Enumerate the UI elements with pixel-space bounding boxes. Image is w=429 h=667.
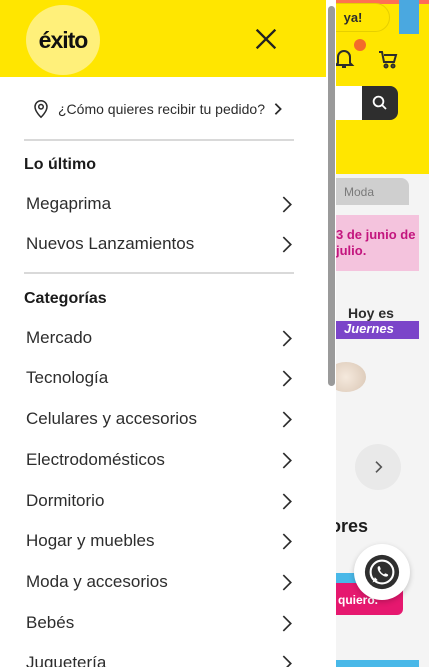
chevron-right-icon bbox=[274, 103, 282, 115]
menu-item-hogar-muebles[interactable]: Hogar y muebles bbox=[24, 527, 296, 555]
background-search-button[interactable] bbox=[362, 86, 398, 120]
delivery-selector[interactable]: ¿Cómo quieres recibir tu pedido? bbox=[32, 96, 312, 122]
carousel-next-button[interactable] bbox=[355, 444, 401, 490]
section-title-categorias: Categorías bbox=[24, 290, 107, 307]
search-icon bbox=[372, 95, 387, 110]
divider bbox=[24, 272, 294, 274]
chevron-right-icon bbox=[276, 234, 296, 254]
chevron-right-icon bbox=[276, 328, 296, 348]
background-tab-label: Moda bbox=[344, 184, 375, 199]
menu-item-mercado[interactable]: Mercado bbox=[24, 324, 296, 352]
menu-item-electrodomesticos[interactable]: Electrodomésticos bbox=[24, 446, 296, 474]
menu-item-label: Nuevos Lanzamientos bbox=[26, 234, 195, 253]
chevron-right-icon bbox=[276, 653, 296, 667]
menu-item-tecnologia[interactable]: Tecnología bbox=[24, 364, 296, 392]
whatsapp-icon bbox=[364, 554, 400, 590]
menu-item-label: Bebés bbox=[26, 613, 75, 632]
menu-item-megaprima[interactable]: Megaprima bbox=[24, 190, 296, 218]
chevron-right-icon bbox=[276, 613, 296, 633]
menu-item-label: Juguetería bbox=[26, 653, 107, 667]
chevron-right-icon bbox=[276, 572, 296, 592]
background-blue-strip bbox=[399, 0, 419, 34]
chevron-right-icon bbox=[276, 450, 296, 470]
chevron-right-icon bbox=[276, 194, 296, 214]
chevron-right-icon bbox=[276, 368, 296, 388]
promo-top-text: Hoy es bbox=[348, 305, 394, 321]
close-button[interactable] bbox=[250, 23, 282, 55]
menu-item-label: Mercado bbox=[26, 328, 93, 347]
whatsapp-button[interactable] bbox=[354, 544, 410, 600]
menu-item-bebes[interactable]: Bebés bbox=[24, 609, 296, 637]
logo-text: éxito bbox=[38, 26, 89, 53]
background-promo[interactable]: Hoy es Juernes bbox=[330, 305, 419, 341]
menu-item-moda-accesorios[interactable]: Moda y accesorios bbox=[24, 568, 296, 596]
chevron-right-icon bbox=[276, 531, 296, 551]
chevron-right-icon bbox=[276, 491, 296, 511]
menu-item-label: Moda y accesorios bbox=[26, 572, 168, 591]
menu-item-label: Celulares y accesorios bbox=[26, 409, 198, 428]
section-title-lo-ultimo: Lo último bbox=[24, 156, 96, 173]
drawer-header: éxito bbox=[0, 0, 326, 77]
menu-item-label: Tecnología bbox=[26, 368, 109, 387]
navigation-drawer: éxito ¿Cómo quieres recibir tu pedido? L… bbox=[0, 0, 326, 667]
menu-item-celulares[interactable]: Celulares y accesorios bbox=[24, 405, 296, 433]
menu-item-label: Dormitorio bbox=[26, 491, 105, 510]
menu-item-jugueteria[interactable]: Juguetería bbox=[24, 649, 296, 667]
close-icon bbox=[255, 28, 277, 50]
menu-item-label: Megaprima bbox=[26, 194, 112, 213]
promo-bottom-text: Juernes bbox=[330, 321, 419, 339]
cart-icon[interactable] bbox=[376, 47, 400, 71]
menu-item-label: Hogar y muebles bbox=[26, 531, 155, 550]
divider bbox=[24, 139, 294, 141]
chevron-right-icon bbox=[375, 461, 383, 473]
menu-item-nuevos-lanzamientos[interactable]: Nuevos Lanzamientos bbox=[24, 230, 296, 258]
drawer-scrollbar-thumb[interactable] bbox=[328, 6, 335, 386]
chevron-right-icon bbox=[276, 409, 296, 429]
location-pin-icon bbox=[34, 100, 48, 119]
menu-item-label: Electrodomésticos bbox=[26, 450, 165, 469]
menu-item-dormitorio[interactable]: Dormitorio bbox=[24, 487, 296, 515]
delivery-label: ¿Cómo quieres recibir tu pedido? bbox=[58, 101, 265, 117]
background-bottom-strip bbox=[336, 660, 419, 667]
exito-logo[interactable]: éxito bbox=[26, 5, 100, 75]
